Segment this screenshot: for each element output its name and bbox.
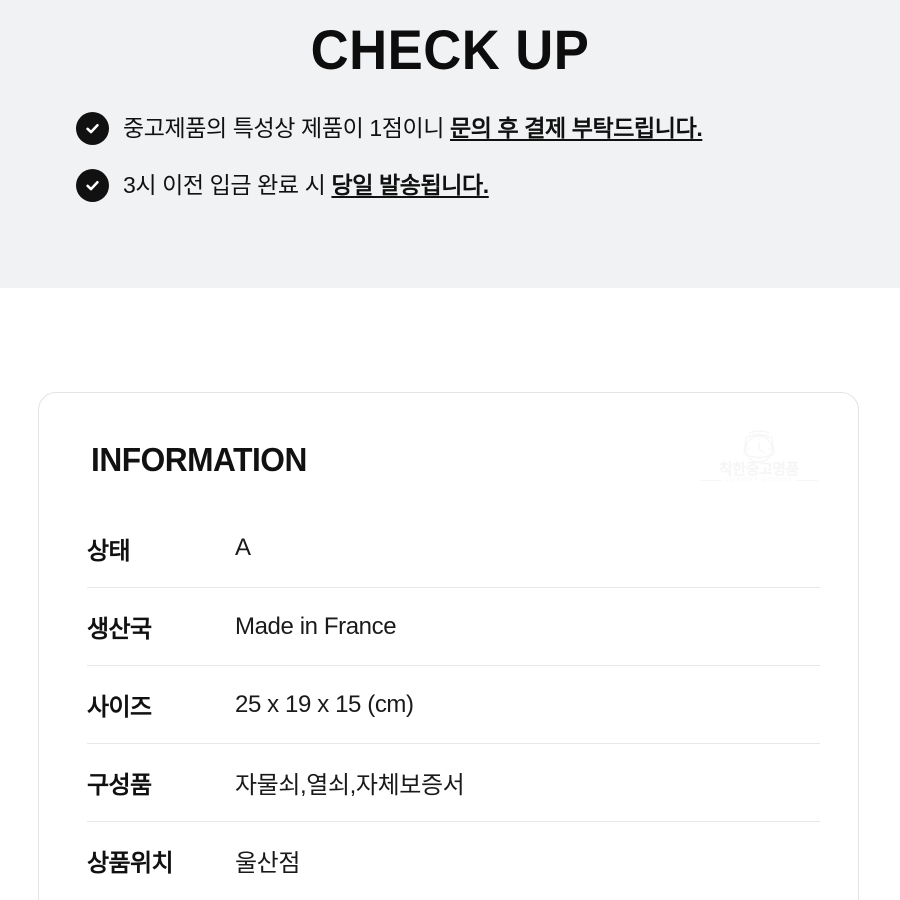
checkup-list: 중고제품의 특성상 제품이 1점이니 문의 후 결제 부탁드립니다. 3시 이전… (0, 112, 900, 202)
checkup-item-text-emphasis: 당일 발송됩니다. (331, 172, 489, 199)
information-card: INFORMATION 착한중고명품 LUXURY GOODS 상태 A 생산국… (38, 392, 859, 900)
spec-label: 상품위치 (87, 850, 174, 877)
spec-value: 자물쇠,열쇠,자체보증서 (235, 772, 465, 799)
information-header: INFORMATION 착한중고명품 LUXURY GOODS (39, 393, 858, 484)
check-circle-icon (76, 169, 109, 202)
spec-label: 생산국 (87, 616, 152, 643)
checkup-item-text-plain: 중고제품의 특성상 제품이 1점이니 (123, 115, 450, 142)
information-table: 상태 A 생산국 Made in France 사이즈 25 x 19 x 15… (87, 509, 820, 899)
information-title: INFORMATION (91, 441, 307, 478)
product-detail-page: CHECK UP 중고제품의 특성상 제품이 1점이니 문의 후 결제 부탁드립… (0, 0, 900, 900)
spec-value: 25 x 19 x 15 (cm) (235, 690, 414, 718)
spec-value: 울산점 (235, 850, 301, 877)
table-row: 사이즈 25 x 19 x 15 (cm) (87, 665, 820, 743)
spec-label: 사이즈 (87, 694, 152, 721)
checkup-item-text-plain: 3시 이전 입금 완료 시 (123, 172, 332, 199)
spec-label: 구성품 (87, 772, 152, 799)
check-circle-icon (76, 112, 109, 145)
watermark-rule-right (796, 480, 818, 481)
table-row: 상태 A (87, 509, 820, 587)
section-spacer (0, 288, 900, 392)
spec-value: Made in France (235, 612, 397, 640)
table-row: 생산국 Made in France (87, 587, 820, 665)
page-title: CHECK UP (310, 18, 590, 81)
checkup-item-text-emphasis: 문의 후 결제 부탁드립니다. (450, 115, 703, 142)
spec-label: 상태 (87, 537, 131, 565)
spec-value: A (235, 534, 251, 561)
checkup-section: CHECK UP 중고제품의 특성상 제품이 1점이니 문의 후 결제 부탁드립… (0, 0, 900, 288)
table-row: 구성품 자물쇠,열쇠,자체보증서 (87, 743, 820, 821)
checkup-item: 중고제품의 특성상 제품이 1점이니 문의 후 결제 부탁드립니다. (76, 112, 900, 145)
watermark-rule-left (700, 480, 722, 481)
checkup-item-text: 3시 이전 입금 완료 시 당일 발송됩니다. (123, 171, 489, 200)
checkup-item: 3시 이전 입금 완료 시 당일 발송됩니다. (76, 169, 900, 202)
table-row: 상품위치 울산점 (87, 821, 820, 899)
checkup-item-text: 중고제품의 특성상 제품이 1점이니 문의 후 결제 부탁드립니다. (123, 114, 703, 143)
